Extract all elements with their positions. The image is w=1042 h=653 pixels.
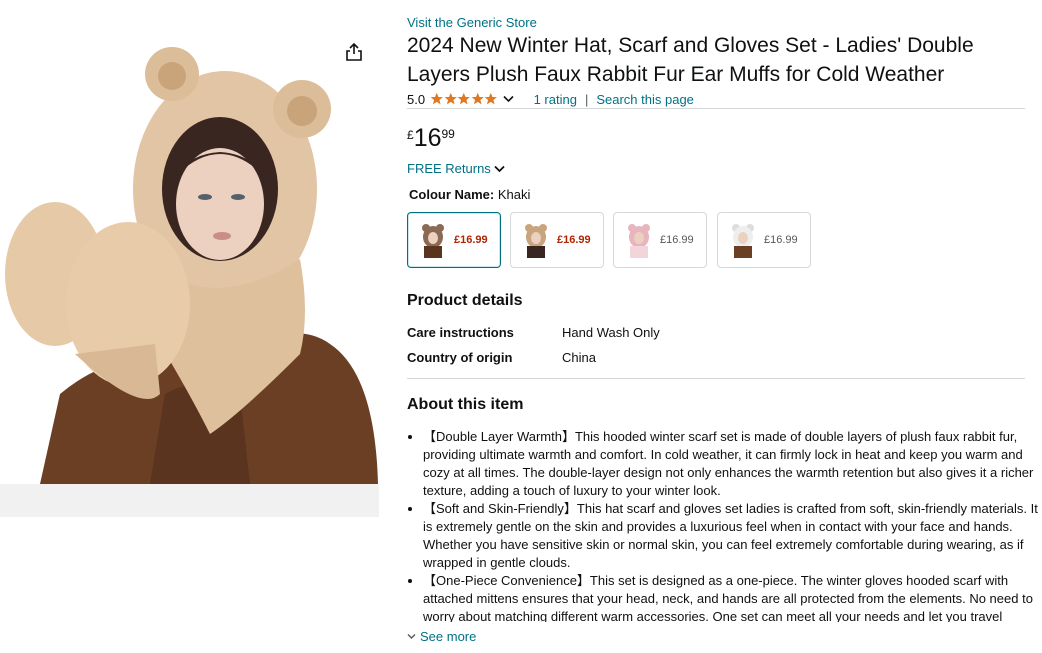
- swatch-thumbnail: [732, 224, 754, 258]
- detail-row: Country of origin China: [407, 350, 596, 365]
- share-icon: [346, 42, 362, 61]
- swatch-price: £16.99: [764, 234, 798, 246]
- share-button[interactable]: [340, 38, 368, 66]
- price-fraction: 99: [441, 127, 455, 141]
- colour-name-value: Khaki: [497, 187, 531, 202]
- swatch-price: £16.99: [557, 234, 591, 246]
- swatch-thumbnail: [422, 224, 444, 258]
- divider: [407, 378, 1025, 379]
- product-photo: [0, 14, 379, 517]
- ratings-count-link[interactable]: 1 rating: [534, 92, 577, 107]
- detail-row: Care instructions Hand Wash Only: [407, 325, 660, 340]
- detail-key: Country of origin: [407, 350, 513, 365]
- chevron-down-icon: [494, 165, 505, 172]
- product-title: 2024 New Winter Hat, Scarf and Gloves Se…: [407, 34, 974, 86]
- star-icon: [457, 92, 470, 105]
- free-returns-label: FREE Returns: [407, 161, 491, 176]
- divider: [407, 108, 1025, 109]
- see-more-label: See more: [420, 629, 477, 644]
- detail-value: China: [562, 350, 596, 365]
- rating-row: 5.0 1 rating | Search this page: [407, 91, 694, 107]
- star-icon: [444, 92, 457, 105]
- colour-swatch-khaki[interactable]: £16.99: [407, 212, 501, 268]
- colour-swatch-3[interactable]: £16.99: [613, 212, 707, 268]
- list-item: 【Double Layer Warmth】This hooded winter …: [423, 428, 1041, 500]
- colour-name: Colour Name: Khaki: [409, 187, 530, 202]
- swatch-price: £16.99: [454, 234, 488, 246]
- star-rating[interactable]: [430, 92, 498, 106]
- list-item: 【One-Piece Convenience】This set is desig…: [423, 572, 1041, 622]
- store-link[interactable]: Visit the Generic Store: [407, 15, 537, 30]
- swatch-thumbnail: [525, 224, 547, 258]
- free-returns-link[interactable]: FREE Returns: [407, 161, 505, 176]
- detail-value: Hand Wash Only: [562, 325, 660, 340]
- list-item: 【Soft and Skin-Friendly】This hat scarf a…: [423, 500, 1041, 572]
- about-heading: About this item: [407, 396, 524, 413]
- separator: |: [584, 91, 589, 107]
- price: £ 16 99: [407, 124, 455, 152]
- detail-key: Care instructions: [407, 325, 514, 340]
- chevron-down-icon: [407, 634, 416, 639]
- star-icon: [484, 92, 497, 105]
- swatch-thumbnail: [628, 224, 650, 258]
- chevron-down-icon[interactable]: [503, 95, 514, 103]
- colour-swatch-2[interactable]: £16.99: [510, 212, 604, 268]
- colour-swatch-4[interactable]: £16.99: [717, 212, 811, 268]
- star-icon: [430, 92, 443, 105]
- price-currency: £: [407, 128, 414, 142]
- search-this-page-link[interactable]: Search this page: [596, 92, 694, 107]
- star-icon: [471, 92, 484, 105]
- see-more-link[interactable]: See more: [407, 629, 476, 644]
- price-whole: 16: [413, 124, 442, 152]
- product-details-heading: Product details: [407, 292, 523, 309]
- about-bullets: 【Double Layer Warmth】This hooded winter …: [407, 428, 1041, 622]
- product-image[interactable]: [0, 14, 379, 517]
- swatch-price: £16.99: [660, 234, 694, 246]
- colour-name-label: Colour Name:: [409, 187, 495, 202]
- rating-value: 5.0: [407, 91, 426, 107]
